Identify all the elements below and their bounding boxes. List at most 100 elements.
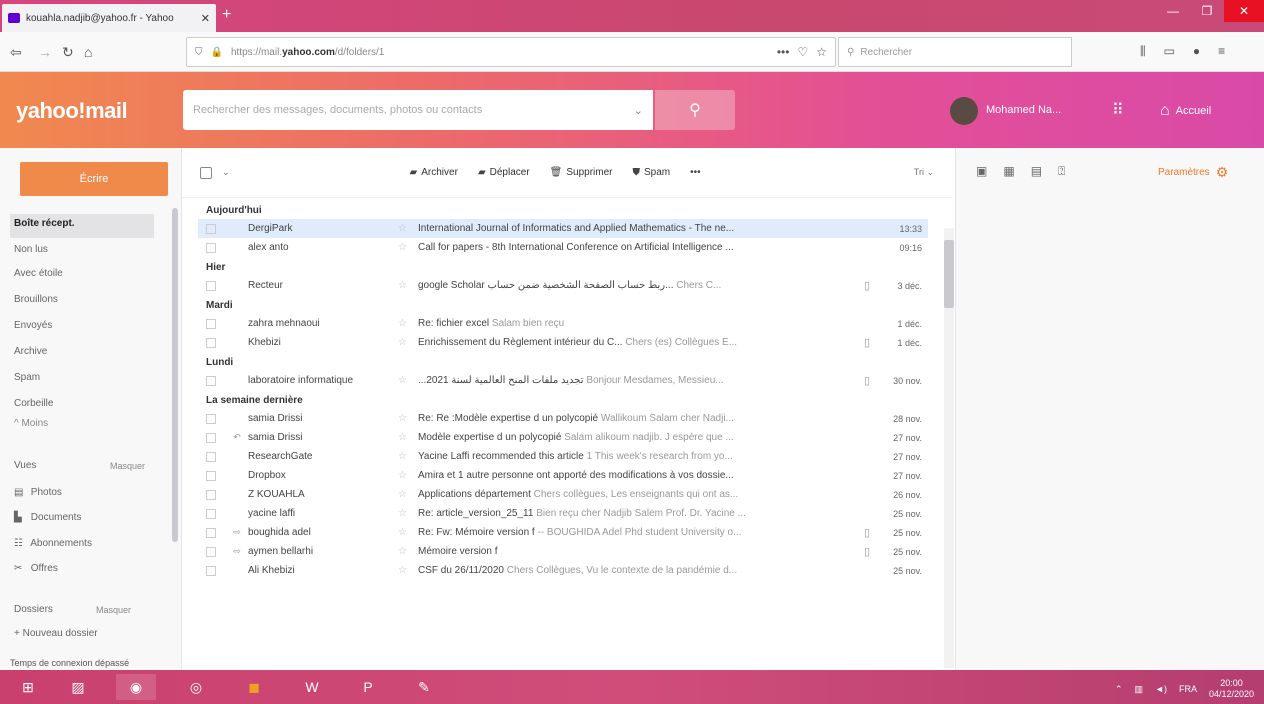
close-window-icon[interactable]: ✕ bbox=[1224, 0, 1264, 22]
row-checkbox[interactable] bbox=[206, 337, 216, 348]
star-icon[interactable]: ☆ bbox=[398, 546, 418, 557]
extension-icon[interactable]: ● bbox=[1193, 44, 1200, 59]
windows-start-icon[interactable]: ⊞ bbox=[8, 674, 48, 700]
avatar[interactable] bbox=[950, 97, 978, 125]
star-icon[interactable]: ☆ bbox=[398, 470, 418, 481]
sidebar-item-archive[interactable]: Archive bbox=[14, 346, 154, 362]
row-checkbox[interactable] bbox=[206, 223, 216, 234]
notepad-icon[interactable]: ▤ bbox=[1031, 164, 1042, 179]
archive-button[interactable]: ▰ Archiver bbox=[410, 167, 458, 178]
star-icon[interactable]: ☆ bbox=[398, 318, 418, 329]
message-row[interactable]: yacine laffi ☆ Re: article_version_25_11 B… bbox=[198, 504, 928, 523]
star-icon[interactable]: ☆ bbox=[398, 451, 418, 462]
sort-button[interactable]: Tri ⌄ bbox=[914, 167, 934, 178]
delete-button[interactable]: 🗑 Supprimer bbox=[550, 167, 613, 178]
message-row[interactable]: alex anto ☆ Call for papers - 8th Internat… bbox=[198, 238, 928, 257]
sidebar-view-photos[interactable]: ▤ Photos bbox=[14, 487, 62, 498]
file-explorer-icon[interactable]: ▨ bbox=[58, 674, 98, 700]
row-checkbox[interactable] bbox=[206, 565, 216, 576]
help-icon[interactable]: ⍰ bbox=[1058, 164, 1065, 179]
new-tab-icon[interactable]: + bbox=[222, 6, 231, 24]
pocket-icon[interactable]: ♡ bbox=[797, 45, 808, 59]
star-icon[interactable]: ☆ bbox=[398, 489, 418, 500]
network-icon[interactable]: ▥ bbox=[1135, 684, 1144, 695]
views-hide-link[interactable]: Masquer bbox=[110, 461, 145, 471]
chevron-up-icon[interactable]: ⌃ bbox=[1115, 684, 1123, 695]
user-name[interactable]: Mohamed Na... bbox=[986, 104, 1061, 116]
list-scrollbar-thumb[interactable] bbox=[944, 240, 954, 308]
minimize-icon[interactable]: — bbox=[1156, 0, 1190, 22]
message-row[interactable]: ResearchGate ☆ Yacine Laffi recommended th… bbox=[198, 447, 928, 466]
volume-icon[interactable]: ◄) bbox=[1155, 684, 1167, 694]
browser-tab[interactable]: kouahla.nadjib@yahoo.fr - Yahoo ✕ bbox=[2, 4, 216, 32]
message-row[interactable]: DergiPark ☆ International Journal of Infor… bbox=[198, 219, 928, 238]
move-button[interactable]: ▰ Déplacer bbox=[478, 167, 530, 178]
spam-button[interactable]: ⛊ Spam bbox=[633, 167, 671, 178]
contacts-icon[interactable]: ▣ bbox=[976, 164, 987, 179]
star-icon[interactable]: ☆ bbox=[398, 413, 418, 424]
star-icon[interactable]: ☆ bbox=[398, 432, 418, 443]
sidebar-view-subscriptions[interactable]: ☷ Abonnements bbox=[14, 538, 92, 549]
sidebar-view-offers[interactable]: ✂ Offres bbox=[14, 563, 58, 574]
yahoo-mail-logo[interactable]: yahoo!mail bbox=[16, 98, 128, 124]
paint-icon[interactable]: ✎ bbox=[404, 674, 444, 700]
star-icon[interactable]: ☆ bbox=[398, 280, 418, 291]
calendar-icon[interactable]: ▦ bbox=[1003, 164, 1014, 179]
powerpoint-icon[interactable]: P bbox=[348, 674, 388, 700]
chevron-down-icon[interactable]: ⌄ bbox=[634, 104, 643, 117]
home-link[interactable]: ⌂ Accueil bbox=[1160, 102, 1211, 120]
row-checkbox[interactable] bbox=[206, 413, 216, 424]
sidebar-view-documents[interactable]: ▙ Documents bbox=[14, 512, 81, 523]
new-folder-link[interactable]: + Nouveau dossier bbox=[14, 628, 98, 639]
star-icon[interactable]: ☆ bbox=[398, 508, 418, 519]
firefox-icon[interactable]: ◉ bbox=[116, 674, 156, 700]
bookmark-star-icon[interactable]: ☆ bbox=[816, 45, 827, 59]
row-checkbox[interactable] bbox=[206, 318, 216, 329]
chrome-icon[interactable]: ◎ bbox=[176, 674, 216, 700]
row-checkbox[interactable] bbox=[206, 527, 216, 538]
message-row[interactable]: laboratoire informatique ☆ ...تجديد ملفات … bbox=[198, 371, 928, 390]
word-icon[interactable]: W bbox=[292, 674, 332, 700]
browser-search-input[interactable]: ⚲ Rechercher bbox=[838, 37, 1072, 67]
settings-button[interactable]: Paramètres ⚙ bbox=[1158, 164, 1228, 181]
star-icon[interactable]: ☆ bbox=[398, 375, 418, 386]
apps-grid-icon[interactable]: ⠿ bbox=[1112, 100, 1124, 120]
row-checkbox[interactable] bbox=[206, 451, 216, 462]
forward-icon[interactable]: → bbox=[38, 44, 52, 60]
message-row[interactable]: zahra mehnaoui ☆ Re: fichier excel Salam b… bbox=[198, 314, 928, 333]
row-checkbox[interactable] bbox=[206, 280, 216, 291]
sidebar-item-starred[interactable]: Avec étoile bbox=[14, 268, 154, 284]
message-row[interactable]: samia Drissi ☆ Re: Re :Modèle expertise d … bbox=[198, 409, 928, 428]
row-checkbox[interactable] bbox=[206, 508, 216, 519]
page-actions-icon[interactable]: ••• bbox=[777, 45, 790, 59]
sidebar-item-sent[interactable]: Envoyés bbox=[14, 320, 154, 336]
message-row[interactable]: Recteur ☆ google Scholar ربط حساب الصفحة ا… bbox=[198, 276, 928, 295]
row-checkbox[interactable] bbox=[206, 489, 216, 500]
sidebar-item-drafts[interactable]: Brouillons bbox=[14, 294, 154, 310]
sidebar-item-spam[interactable]: Spam bbox=[14, 372, 154, 388]
row-checkbox[interactable] bbox=[206, 432, 216, 443]
row-checkbox[interactable] bbox=[206, 242, 216, 253]
menu-icon[interactable]: ≡ bbox=[1218, 44, 1225, 59]
compose-button[interactable]: Écrire bbox=[20, 162, 168, 196]
language-indicator[interactable]: FRA bbox=[1179, 684, 1197, 694]
message-row[interactable]: Ali Khebizi ☆ CSF du 26/11/2020 Chers Coll… bbox=[198, 561, 928, 580]
folders-hide-link[interactable]: Masquer bbox=[96, 605, 131, 615]
mail-search-input[interactable]: Rechercher des messages, documents, phot… bbox=[183, 90, 653, 130]
row-checkbox[interactable] bbox=[206, 470, 216, 481]
sidebar-toggle-icon[interactable]: ▭ bbox=[1164, 44, 1175, 59]
message-row[interactable]: ⇨ aymen bellarhi ☆ Mémoire version f ▯ 25 no… bbox=[198, 542, 928, 561]
back-icon[interactable]: ⇦ bbox=[10, 44, 22, 61]
library-icon[interactable]: ⫼ bbox=[1140, 44, 1146, 59]
star-icon[interactable]: ☆ bbox=[398, 223, 418, 234]
sidebar-item-inbox[interactable]: Boîte récept. bbox=[10, 214, 154, 238]
close-tab-icon[interactable]: ✕ bbox=[201, 12, 210, 25]
maximize-icon[interactable]: ❐ bbox=[1190, 0, 1224, 22]
app-icon[interactable]: ◼ bbox=[234, 674, 274, 700]
more-actions-button[interactable]: ••• bbox=[690, 167, 701, 178]
star-icon[interactable]: ☆ bbox=[398, 242, 418, 253]
star-icon[interactable]: ☆ bbox=[398, 337, 418, 348]
home-icon[interactable]: ⌂ bbox=[84, 44, 92, 60]
message-row[interactable]: ⇨ boughida adel ☆ Re: Fw: Mémoire version f… bbox=[198, 523, 928, 542]
star-icon[interactable]: ☆ bbox=[398, 565, 418, 576]
